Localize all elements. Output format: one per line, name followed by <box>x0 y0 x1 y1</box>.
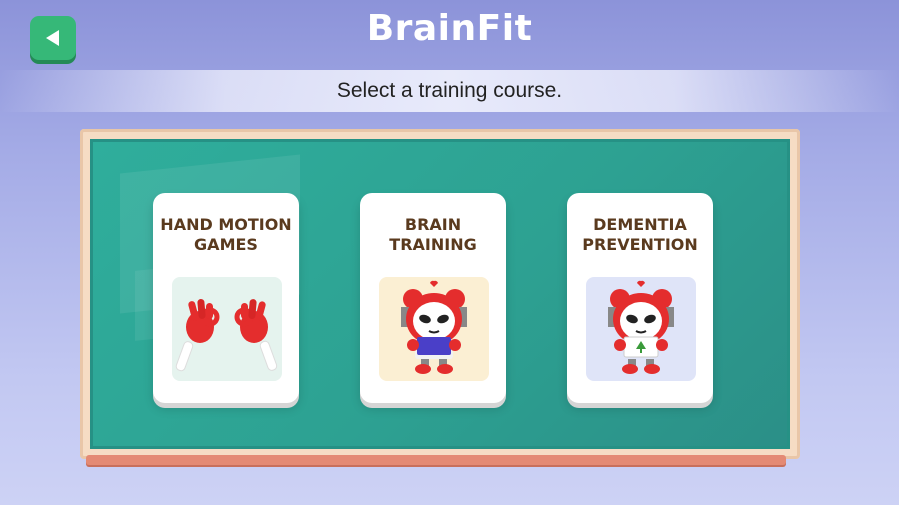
course-title: BRAIN TRAINING <box>389 215 477 254</box>
alarm-clock-mascot-sign-icon <box>586 277 696 381</box>
alarm-clock-mascot-reading-icon <box>379 277 489 381</box>
hand-gestures-icon <box>172 277 282 381</box>
course-card-brain-training[interactable]: BRAIN TRAINING <box>360 193 506 403</box>
instruction-text: Select a training course. <box>336 79 563 102</box>
course-card-hand-motion-games[interactable]: HAND MOTION GAMES <box>153 193 299 403</box>
chalkboard-ledge <box>86 455 786 465</box>
instruction-banner: Select a training course. <box>0 70 899 112</box>
course-card-dementia-prevention[interactable]: DEMENTIA PREVENTION <box>567 193 713 403</box>
course-title: DEMENTIA PREVENTION <box>582 215 698 254</box>
course-title: HAND MOTION GAMES <box>160 215 292 254</box>
app-title: BrainFit <box>366 8 533 49</box>
